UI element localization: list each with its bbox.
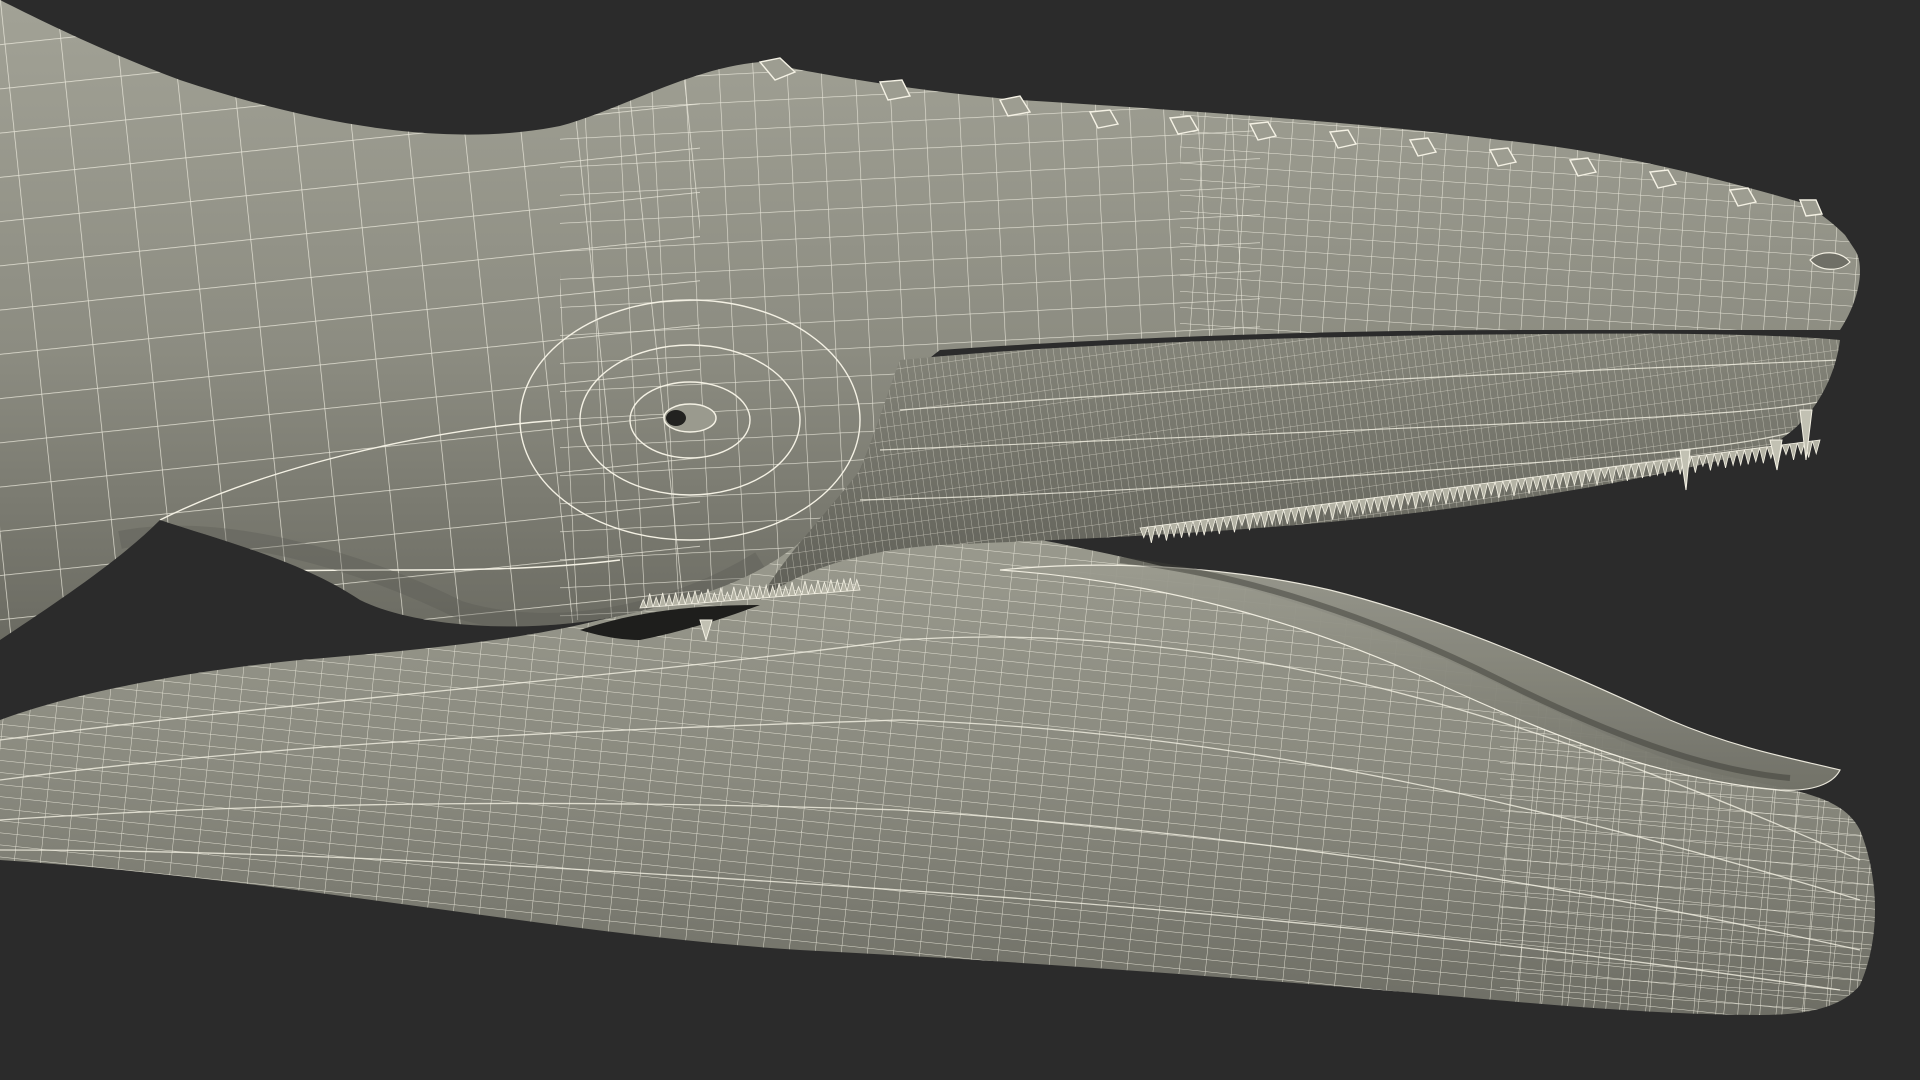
eye (663, 403, 717, 433)
render-viewport (0, 0, 1920, 1080)
wireframe-render (0, 0, 1920, 1080)
